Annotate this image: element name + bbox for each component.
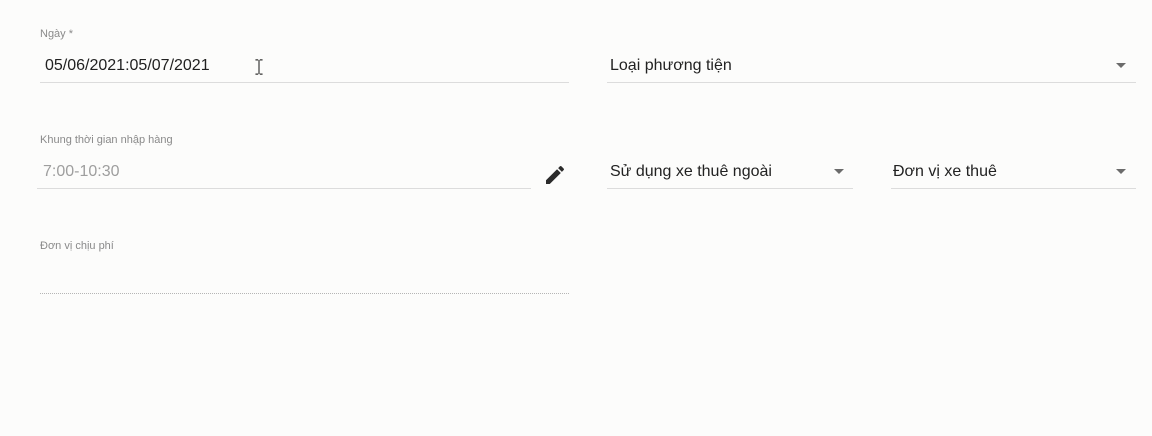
rental-unit-underline	[891, 188, 1136, 189]
cost-unit-field: Đơn vị chịu phí	[40, 238, 569, 295]
outsourced-vehicle-select[interactable]: Sử dụng xe thuê ngoài	[607, 132, 853, 189]
rental-unit-placeholder: Đơn vị xe thuê	[893, 163, 997, 180]
time-slot-underline	[37, 188, 531, 189]
vehicle-type-placeholder: Loại phương tiện	[610, 57, 732, 74]
chevron-down-icon	[834, 169, 844, 174]
cost-unit-underline	[40, 293, 569, 294]
text-cursor-icon	[255, 59, 263, 75]
pencil-icon[interactable]	[543, 163, 567, 187]
time-slot-input: 7:00-10:30	[43, 163, 120, 180]
date-underline	[40, 82, 569, 83]
outsourced-vehicle-placeholder: Sử dụng xe thuê ngoài	[610, 163, 772, 180]
vehicle-type-underline	[607, 82, 1136, 83]
vehicle-type-select[interactable]: Loại phương tiện	[607, 26, 1136, 83]
date-field[interactable]: Ngày * 05/06/2021:05/07/2021	[40, 26, 569, 83]
time-slot-label: Khung thời gian nhập hàng	[40, 134, 173, 146]
chevron-down-icon	[1116, 63, 1126, 68]
time-slot-field: Khung thời gian nhập hàng 7:00-10:30	[37, 132, 531, 189]
outsourced-vehicle-underline	[607, 188, 853, 189]
date-input[interactable]: 05/06/2021:05/07/2021	[45, 57, 210, 75]
rental-unit-select[interactable]: Đơn vị xe thuê	[891, 132, 1136, 189]
cost-unit-label: Đơn vị chịu phí	[40, 240, 114, 252]
chevron-down-icon	[1116, 169, 1126, 174]
date-label: Ngày *	[40, 28, 74, 40]
